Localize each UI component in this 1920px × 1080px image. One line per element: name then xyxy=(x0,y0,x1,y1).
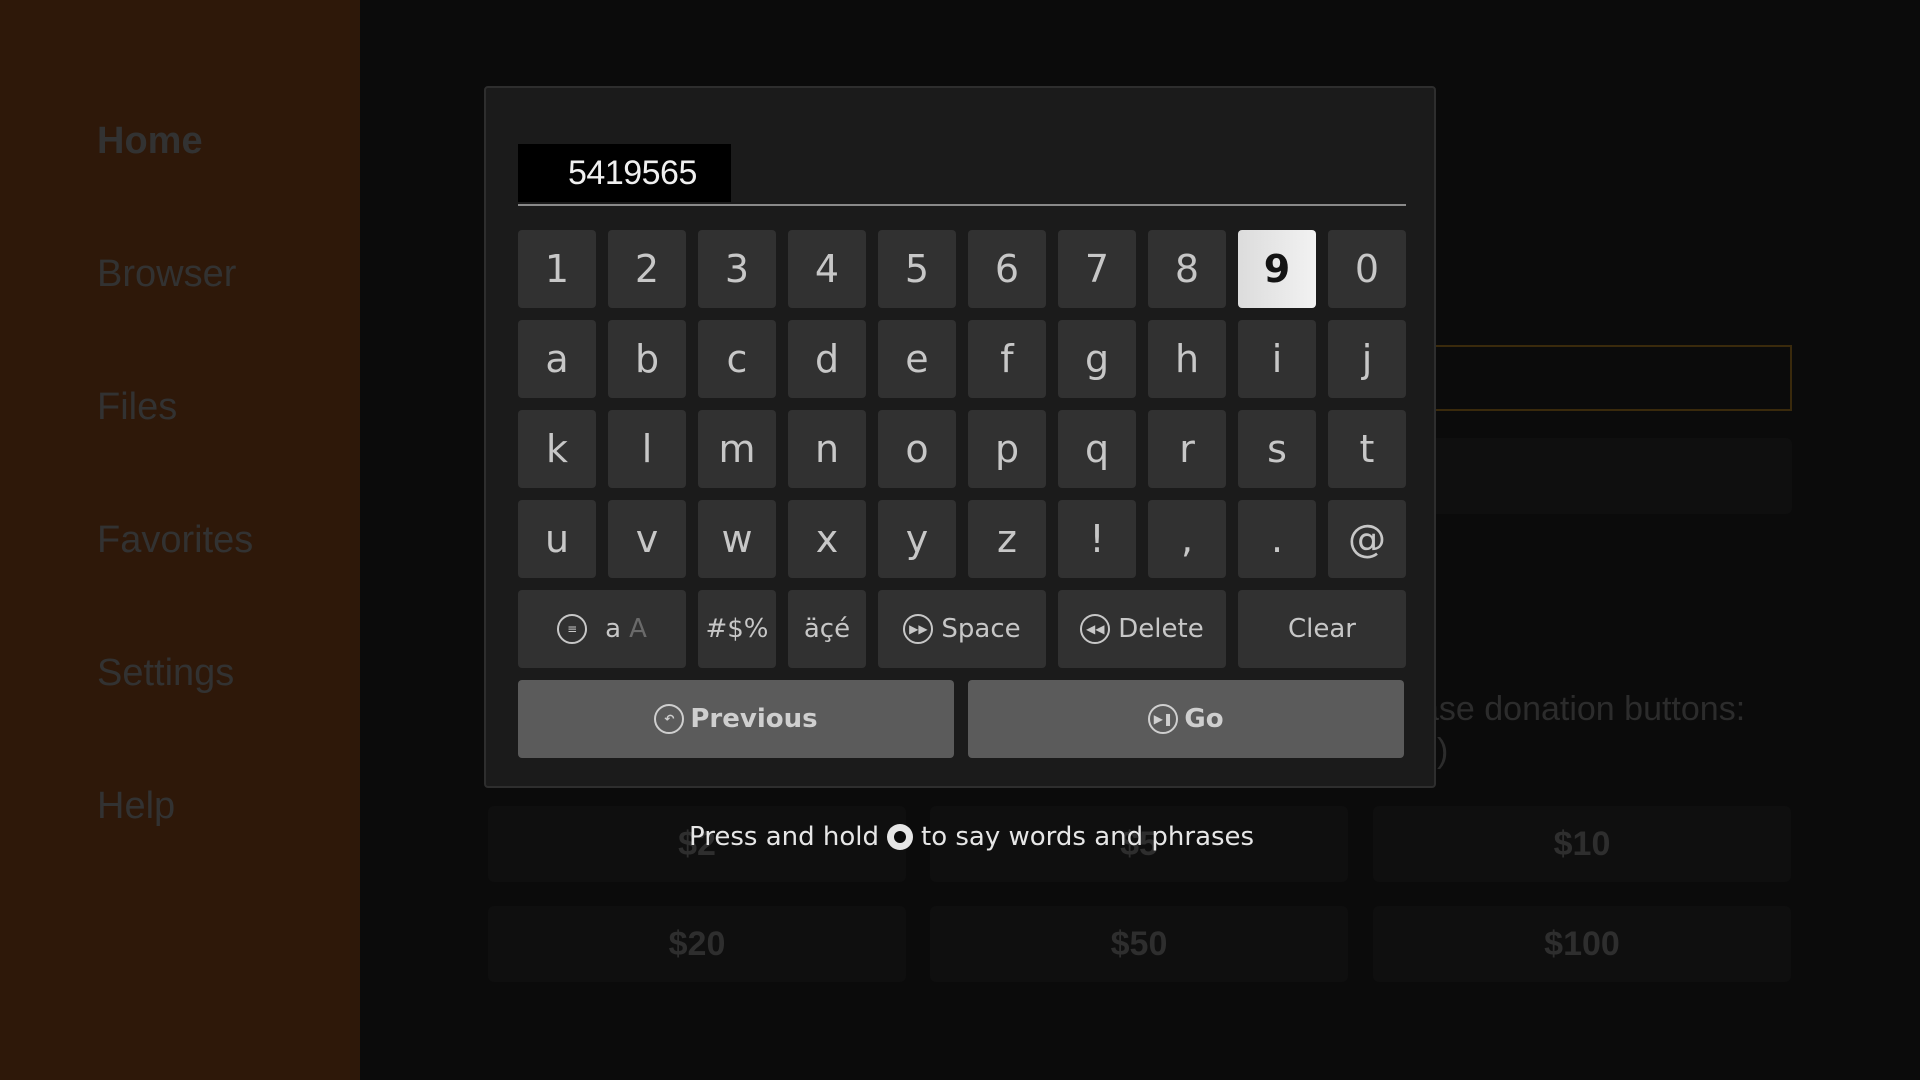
space-label: Space xyxy=(941,614,1021,644)
play-pause-icon: ▶❚ xyxy=(1148,704,1179,734)
clear-key[interactable]: Clear xyxy=(1238,590,1406,668)
previous-label: Previous xyxy=(690,704,818,734)
key[interactable]: . xyxy=(1238,500,1316,578)
key[interactable]: 0 xyxy=(1328,230,1406,308)
key[interactable]: j xyxy=(1328,320,1406,398)
key[interactable]: e xyxy=(878,320,956,398)
key[interactable]: n xyxy=(788,410,866,488)
key[interactable]: r xyxy=(1148,410,1226,488)
sidebar-item-settings[interactable]: Settings xyxy=(97,652,234,695)
key[interactable]: 3 xyxy=(698,230,776,308)
sidebar-item-favorites[interactable]: Favorites xyxy=(97,519,253,562)
sidebar-item-browser[interactable]: Browser xyxy=(97,253,236,296)
key[interactable]: 1 xyxy=(518,230,596,308)
key[interactable]: o xyxy=(878,410,956,488)
key[interactable]: w xyxy=(698,500,776,578)
key[interactable]: 8 xyxy=(1148,230,1226,308)
case-toggle-key[interactable]: ≡ aA xyxy=(518,590,686,668)
previous-button[interactable]: ↶ Previous xyxy=(518,680,954,758)
case-upper-label: A xyxy=(629,614,647,644)
fast-forward-icon: ▶▶ xyxy=(903,614,934,644)
voice-hint: Press and hold to say words and phrases xyxy=(689,822,1254,852)
rewind-icon: ◀◀ xyxy=(1080,614,1111,644)
key[interactable]: u xyxy=(518,500,596,578)
donate-20-button[interactable]: $20 xyxy=(488,906,906,982)
keyboard-dialog: 5419565 1234567890abcdefghijklmnopqrstuv… xyxy=(484,86,1436,788)
accents-key[interactable]: äçé xyxy=(788,590,866,668)
text-input-field[interactable]: 5419565 xyxy=(518,144,1406,206)
voice-hint-suffix: to say words and phrases xyxy=(921,822,1255,852)
sidebar-item-help[interactable]: Help xyxy=(97,785,175,828)
sidebar-item-home[interactable]: Home xyxy=(97,120,203,163)
key[interactable]: 4 xyxy=(788,230,866,308)
key[interactable]: 6 xyxy=(968,230,1046,308)
donate-50-button[interactable]: $50 xyxy=(930,906,1348,982)
delete-key[interactable]: ◀◀ Delete xyxy=(1058,590,1226,668)
sidebar-item-files[interactable]: Files xyxy=(97,386,177,429)
key[interactable]: 9 xyxy=(1238,230,1316,308)
donate-100-button[interactable]: $100 xyxy=(1373,906,1791,982)
key[interactable]: d xyxy=(788,320,866,398)
key[interactable]: i xyxy=(1238,320,1316,398)
key[interactable]: t xyxy=(1328,410,1406,488)
key[interactable]: p xyxy=(968,410,1046,488)
key[interactable]: m xyxy=(698,410,776,488)
key[interactable]: y xyxy=(878,500,956,578)
key[interactable]: , xyxy=(1148,500,1226,578)
key[interactable]: v xyxy=(608,500,686,578)
key[interactable]: 7 xyxy=(1058,230,1136,308)
key[interactable]: c xyxy=(698,320,776,398)
key[interactable]: 2 xyxy=(608,230,686,308)
text-input-value: 5419565 xyxy=(518,144,731,202)
key[interactable]: k xyxy=(518,410,596,488)
key[interactable]: x xyxy=(788,500,866,578)
space-key[interactable]: ▶▶ Space xyxy=(878,590,1046,668)
key[interactable]: g xyxy=(1058,320,1136,398)
sidebar: Home Browser Files Favorites Settings He… xyxy=(0,0,360,1080)
key[interactable]: s xyxy=(1238,410,1316,488)
key[interactable]: q xyxy=(1058,410,1136,488)
donation-prompt-line2: s) xyxy=(1420,730,1900,772)
go-label: Go xyxy=(1184,704,1224,734)
background-field[interactable] xyxy=(1420,438,1792,514)
go-button[interactable]: ▶❚ Go xyxy=(968,680,1404,758)
back-icon: ↶ xyxy=(654,704,685,734)
key[interactable]: ! xyxy=(1058,500,1136,578)
key[interactable]: @ xyxy=(1328,500,1406,578)
donate-10-button[interactable]: $10 xyxy=(1373,806,1791,882)
key[interactable]: f xyxy=(968,320,1046,398)
case-lower-label: a xyxy=(605,614,622,644)
delete-label: Delete xyxy=(1118,614,1204,644)
symbols-key[interactable]: #$% xyxy=(698,590,776,668)
donation-prompt-line1: ase donation buttons: xyxy=(1420,690,1746,728)
key[interactable]: z xyxy=(968,500,1046,578)
key[interactable]: l xyxy=(608,410,686,488)
key[interactable]: b xyxy=(608,320,686,398)
donation-prompt: ase donation buttons: s) xyxy=(1420,688,1900,772)
key[interactable]: a xyxy=(518,320,596,398)
key[interactable]: h xyxy=(1148,320,1226,398)
menu-icon: ≡ xyxy=(557,614,588,644)
voice-button-icon xyxy=(887,824,913,850)
background-focused-field[interactable] xyxy=(1420,345,1792,411)
voice-hint-prefix: Press and hold xyxy=(689,822,879,852)
key[interactable]: 5 xyxy=(878,230,956,308)
